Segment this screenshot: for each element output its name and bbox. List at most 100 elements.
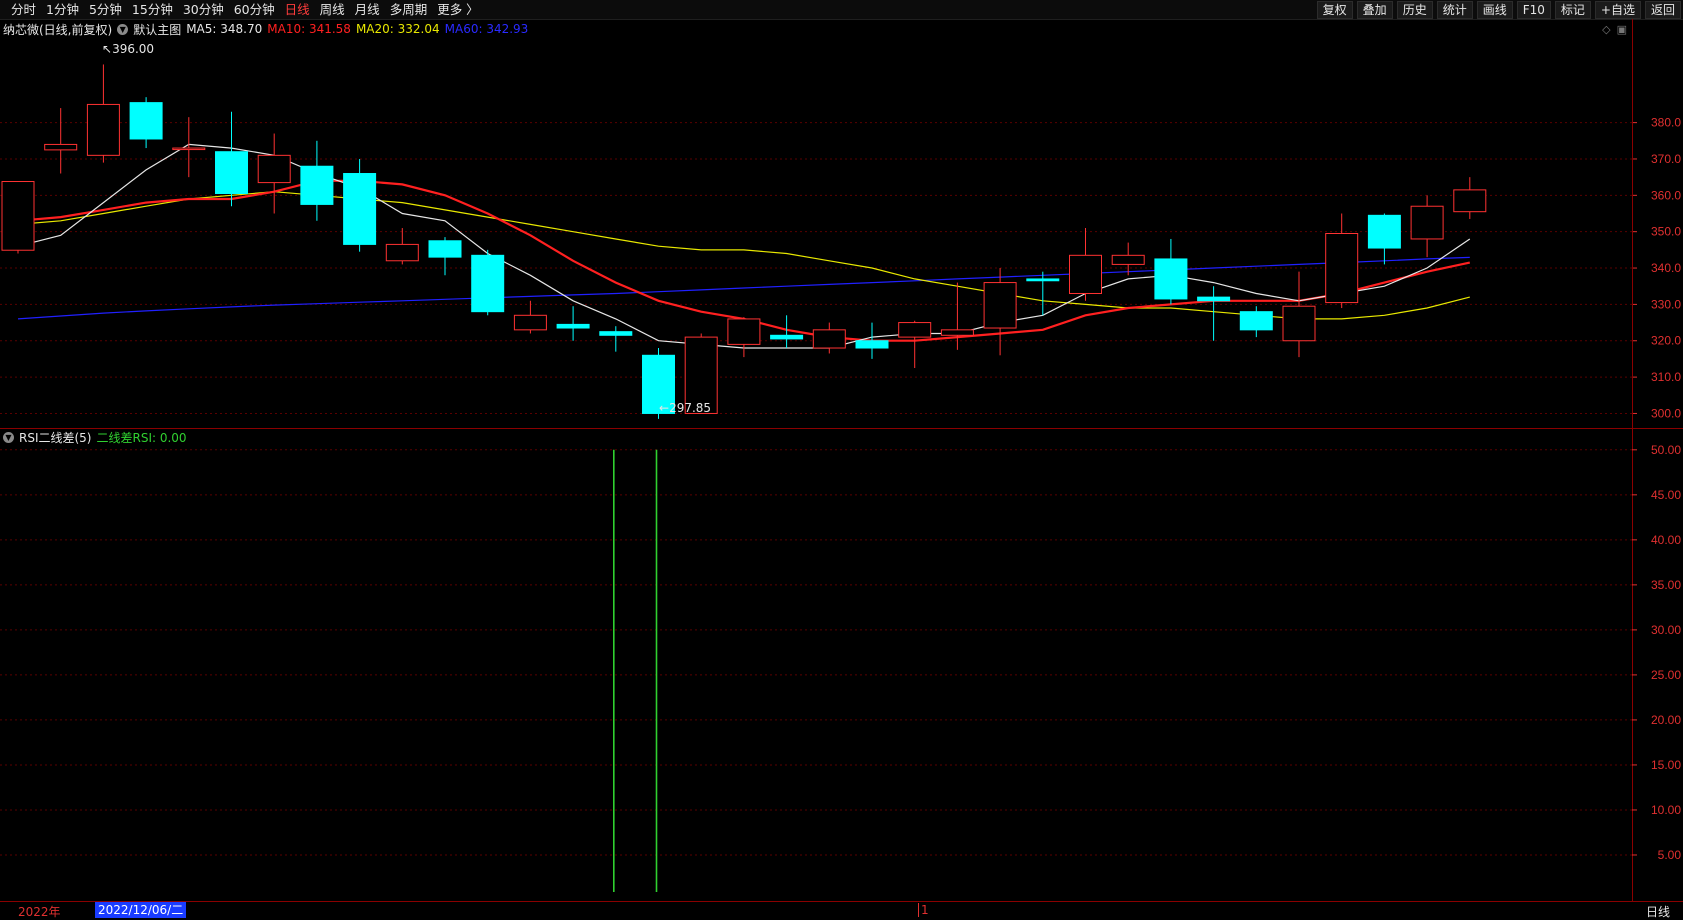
candle-body bbox=[1154, 258, 1188, 300]
price-axis-label: 360.0 bbox=[1651, 188, 1681, 202]
candlestick-chart[interactable] bbox=[0, 39, 1632, 428]
toolbar-button[interactable]: 标记 bbox=[1554, 0, 1591, 19]
period-tabs: 分时 1分钟 5分钟 15分钟 30分钟 60分钟 日线 周线 月线 多周期 更多 〉 bbox=[6, 0, 484, 19]
price-axis-label: 350.0 bbox=[1651, 225, 1681, 239]
period-tab[interactable]: 1分钟 bbox=[41, 0, 84, 19]
candle-body bbox=[428, 240, 462, 258]
candle-body bbox=[599, 331, 633, 336]
toolbar-button[interactable]: 叠加 bbox=[1356, 0, 1393, 19]
month-marker: 1 bbox=[918, 903, 929, 917]
candle-body bbox=[44, 143, 78, 151]
rsi-axis-label: 35.00 bbox=[1651, 578, 1681, 592]
price-axis-label: 300.0 bbox=[1651, 406, 1681, 420]
pane-divider[interactable] bbox=[0, 428, 1683, 429]
price-axis-label: 320.0 bbox=[1651, 334, 1681, 348]
toolbar-button[interactable]: +自选 bbox=[1594, 0, 1641, 19]
candle-body bbox=[129, 102, 163, 140]
candle-body bbox=[983, 282, 1017, 329]
candle-body bbox=[556, 323, 590, 329]
candle-body bbox=[86, 103, 120, 156]
period-toolbar: 分时 1分钟 5分钟 15分钟 30分钟 60分钟 日线 周线 月线 多周期 更多 〉 复权 叠加 历史… bbox=[0, 0, 1683, 20]
rsi-axis-label: 10.00 bbox=[1651, 803, 1681, 817]
ma5-value: MA5: 348.70 bbox=[186, 22, 263, 36]
diamond-icon[interactable]: ◇ bbox=[1602, 23, 1610, 36]
rsi-chart[interactable] bbox=[0, 430, 1632, 900]
price-axis-label: 330.0 bbox=[1651, 297, 1681, 311]
candle-body bbox=[1026, 278, 1060, 282]
period-tab[interactable]: 5分钟 bbox=[84, 0, 127, 19]
candle-body bbox=[898, 322, 932, 338]
rsi-axis-label: 40.00 bbox=[1651, 533, 1681, 547]
candlestick-svg bbox=[0, 64, 1632, 419]
candle-body bbox=[855, 340, 889, 349]
toolbar-button[interactable]: 统计 bbox=[1436, 0, 1473, 19]
candle-body bbox=[513, 314, 547, 331]
period-tab[interactable]: 30分钟 bbox=[178, 0, 229, 19]
ma20-value: MA20: 332.04 bbox=[355, 22, 440, 36]
ma60-line bbox=[17, 256, 1470, 320]
candle-body bbox=[343, 173, 377, 245]
rsi-axis-label: 50.00 bbox=[1651, 443, 1681, 457]
candle-body bbox=[1239, 311, 1273, 331]
toolbar-button[interactable]: 历史 bbox=[1396, 0, 1433, 19]
toolbar-button[interactable]: 复权 bbox=[1316, 0, 1353, 19]
rsi-axis-label: 45.00 bbox=[1651, 488, 1681, 502]
candle-body bbox=[257, 154, 291, 184]
period-tab[interactable]: 60分钟 bbox=[229, 0, 280, 19]
candle-body bbox=[471, 254, 505, 313]
toolbar-button[interactable]: 画线 bbox=[1476, 0, 1513, 19]
ma10-value: MA10: 341.58 bbox=[267, 22, 351, 36]
stock-title: 纳芯微(日线,前复权) bbox=[3, 22, 113, 37]
price-axis-label: 370.0 bbox=[1651, 152, 1681, 166]
rsi-axis-label: 30.00 bbox=[1651, 623, 1681, 637]
period-tab[interactable]: 月线 bbox=[350, 0, 385, 19]
rsi-axis-label: 20.00 bbox=[1651, 713, 1681, 727]
candle-body bbox=[1282, 305, 1316, 342]
low-price-annotation: ←297.85 bbox=[659, 401, 712, 415]
candle-body bbox=[1325, 233, 1359, 304]
rsi-svg bbox=[0, 449, 1632, 892]
candle-body bbox=[727, 318, 761, 345]
candle-body bbox=[1410, 205, 1444, 240]
period-tab[interactable]: 15分钟 bbox=[127, 0, 178, 19]
candle-body bbox=[770, 334, 804, 340]
rsi-axis-label: 5.00 bbox=[1658, 848, 1682, 862]
high-price-annotation: ↖396.00 bbox=[102, 42, 155, 56]
period-tab[interactable]: 分时 bbox=[6, 0, 41, 19]
rsi-axis-label: 15.00 bbox=[1651, 758, 1681, 772]
period-tab[interactable]: 更多 〉 bbox=[432, 0, 483, 19]
candle-body bbox=[1197, 296, 1231, 302]
main-info-bar: 纳芯微(日线,前复权) ▼ 默认主图 MA5: 348.70 MA10: 341… bbox=[0, 20, 533, 38]
tool-buttons: 复权 叠加 历史 统计 画线 F10 标记 +自选 返回 bbox=[1313, 0, 1681, 19]
high-arrow-icon: ↖ bbox=[102, 42, 113, 56]
period-label[interactable]: 日线 bbox=[1646, 903, 1670, 920]
cursor-date-label: 2022/12/06/二 bbox=[95, 902, 187, 918]
price-axis-label: 380.0 bbox=[1651, 116, 1681, 130]
candle-body bbox=[940, 329, 974, 336]
candle-body bbox=[385, 243, 419, 262]
period-tab[interactable]: 日线 bbox=[280, 0, 315, 19]
template-toggle-icon[interactable]: ▼ bbox=[117, 23, 129, 35]
period-tab[interactable]: 多周期 bbox=[385, 0, 433, 19]
pane-controls: ◇ ▣ bbox=[1602, 23, 1627, 36]
year-label: 2022年 bbox=[18, 905, 61, 919]
template-name[interactable]: 默认主图 bbox=[133, 21, 181, 38]
period-tab[interactable]: 周线 bbox=[315, 0, 350, 19]
maximize-icon[interactable]: ▣ bbox=[1617, 23, 1627, 36]
low-arrow-icon: ← bbox=[659, 401, 670, 415]
ma60-value: MA60: 342.93 bbox=[444, 22, 529, 36]
toolbar-button[interactable]: F10 bbox=[1516, 0, 1551, 19]
candle-body bbox=[1111, 254, 1145, 265]
candle-body bbox=[300, 165, 334, 205]
rsi-axis-label: 25.00 bbox=[1651, 668, 1681, 682]
rsi-axis: 50.00 45.00 40.00 35.00 30.00 25.00 20.00 15.00… bbox=[1632, 443, 1682, 862]
candle-body bbox=[812, 329, 846, 349]
candle-body bbox=[1069, 254, 1102, 294]
date-axis-bar: 2022年 2022/12/06/二 1 日线 bbox=[0, 901, 1683, 919]
candle-body bbox=[1453, 189, 1487, 213]
price-axis-label: 340.0 bbox=[1651, 261, 1681, 275]
candle-body bbox=[172, 147, 206, 151]
toolbar-button[interactable]: 返回 bbox=[1644, 0, 1681, 19]
price-axis-label: 310.0 bbox=[1651, 370, 1681, 384]
price-axis: 380.0 370.0 360.0 350.0 340.0 330.0 320.0 310.0… bbox=[1632, 116, 1681, 420]
